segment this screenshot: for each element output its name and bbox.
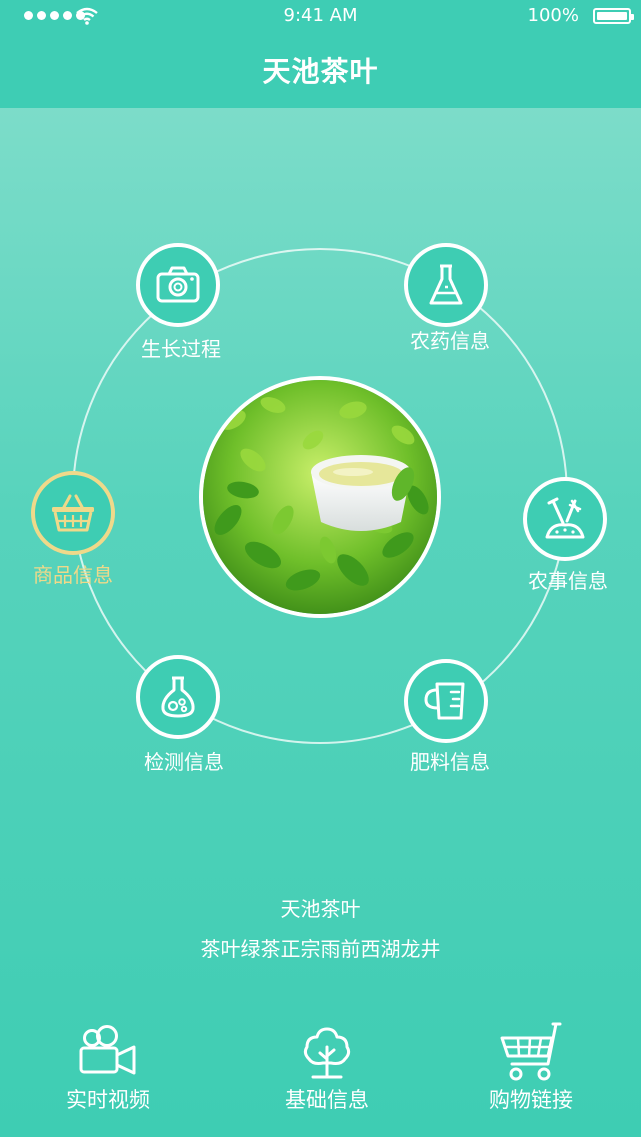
farm-tools-icon bbox=[545, 497, 585, 539]
battery-icon bbox=[593, 8, 634, 24]
menu-item-product-info[interactable] bbox=[31, 471, 115, 555]
camera-icon bbox=[156, 266, 200, 303]
nav-basic-info[interactable]: 基础信息 bbox=[252, 1020, 402, 1120]
status-bar: 9:41 AM 100% bbox=[0, 0, 641, 34]
product-description: 茶叶绿茶正宗雨前西湖龙井 bbox=[200, 937, 441, 961]
menu-label-farming-info: 农事信息 bbox=[528, 569, 608, 593]
nav-live-video[interactable]: 实时视频 bbox=[33, 1020, 183, 1120]
nav-label-live-video: 实时视频 bbox=[66, 1088, 150, 1112]
product-name: 天池茶叶 bbox=[280, 897, 361, 921]
nav-label-basic-info: 基础信息 bbox=[285, 1088, 369, 1112]
shopping-cart-icon bbox=[500, 1022, 562, 1081]
basket-icon bbox=[52, 494, 94, 532]
tree-icon bbox=[303, 1027, 351, 1079]
lab-flask-icon bbox=[161, 676, 195, 718]
menu-item-pesticide-info[interactable] bbox=[404, 243, 488, 327]
app-screen: 9:41 AM 100% 天池茶叶 生长过程 农药信息 商品信息 农事信息 检测… bbox=[0, 0, 641, 1137]
nav-shopping-link[interactable]: 购物链接 bbox=[456, 1020, 606, 1120]
nav-label-shopping-link: 购物链接 bbox=[489, 1088, 573, 1112]
video-camera-icon bbox=[79, 1025, 136, 1075]
menu-label-testing-info: 检测信息 bbox=[144, 750, 224, 774]
measuring-cup-icon bbox=[424, 682, 465, 720]
menu-label-pesticide-info: 农药信息 bbox=[410, 329, 490, 353]
menu-item-testing-info[interactable] bbox=[136, 655, 220, 739]
menu-label-growth-process: 生长过程 bbox=[141, 337, 221, 361]
menu-item-growth-process[interactable] bbox=[136, 243, 220, 327]
menu-item-farming-info[interactable] bbox=[523, 477, 607, 561]
page-title: 天池茶叶 bbox=[262, 55, 379, 88]
menu-label-product-info: 商品信息 bbox=[33, 563, 113, 587]
tea-photo bbox=[199, 376, 441, 618]
menu-label-fertilizer-info: 肥料信息 bbox=[410, 750, 490, 774]
battery-percent: 100% bbox=[527, 5, 579, 26]
menu-item-fertilizer-info[interactable] bbox=[404, 659, 488, 743]
flask-icon bbox=[429, 264, 463, 305]
tea-cup-illustration bbox=[203, 380, 437, 614]
header-bar: 9:41 AM 100% 天池茶叶 bbox=[0, 0, 641, 108]
